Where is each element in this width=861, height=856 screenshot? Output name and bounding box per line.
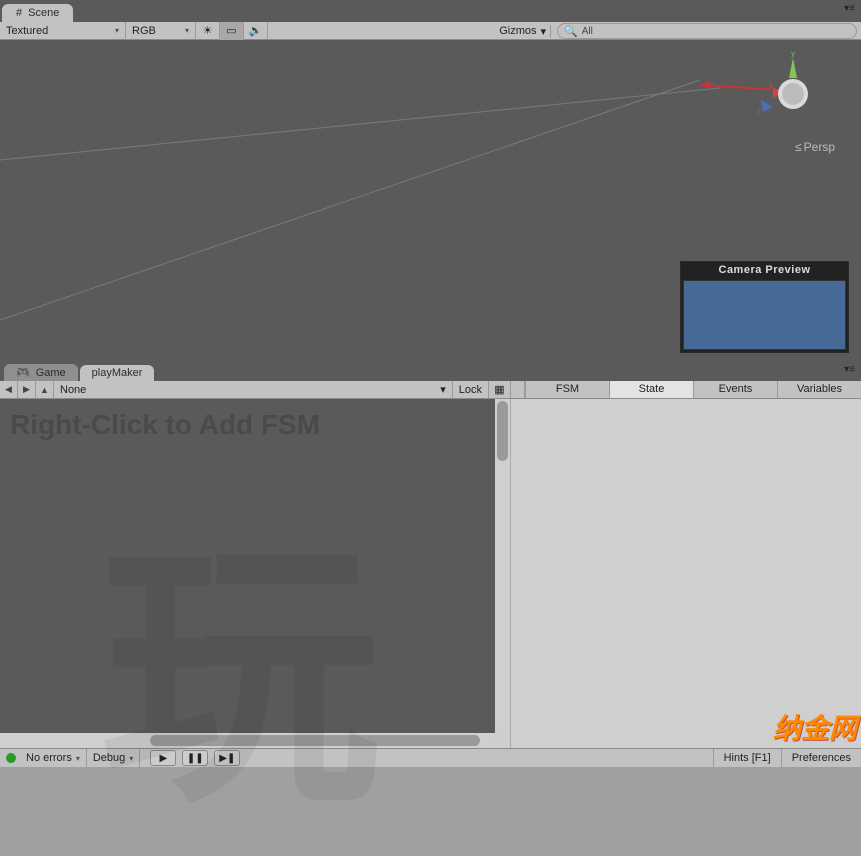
orientation-gizmo[interactable]: y z x bbox=[743, 52, 843, 132]
preferences-label: Preferences bbox=[792, 752, 851, 764]
scrollbar-thumb[interactable] bbox=[150, 735, 480, 746]
play-icon: ▶ bbox=[159, 753, 167, 764]
scene-search-input[interactable]: 🔍 All bbox=[557, 23, 857, 39]
lower-tabstrip: 🎮 Game playMaker ▾≡ bbox=[0, 363, 861, 381]
pmtab-events-label: Events bbox=[719, 383, 753, 395]
state-inspector-panel bbox=[510, 399, 861, 748]
debug-label: Debug bbox=[93, 752, 125, 764]
hints-label: Hints [F1] bbox=[724, 752, 771, 764]
chevron-down-icon: ▾ bbox=[185, 26, 189, 35]
vertical-scrollbar[interactable] bbox=[495, 399, 510, 733]
svg-text:z: z bbox=[757, 107, 761, 116]
scene-viewport[interactable]: y z x Persp Camera Preview bbox=[0, 40, 861, 363]
pmtab-fsm-label: FSM bbox=[556, 383, 579, 395]
audio-icon: 🔊 bbox=[249, 24, 263, 37]
nav-up-button[interactable]: ▲ bbox=[36, 381, 54, 398]
projection-label[interactable]: Persp bbox=[795, 140, 835, 154]
pmtab-events[interactable]: Events bbox=[693, 381, 777, 398]
nav-back-button[interactable]: ◀ bbox=[0, 381, 18, 398]
horizontal-scrollbar[interactable] bbox=[0, 733, 495, 748]
audio-toggle[interactable]: 🔊 bbox=[244, 22, 268, 40]
camera-preview-viewport bbox=[683, 280, 846, 350]
pmtab-state-label: State bbox=[639, 383, 665, 395]
chevron-down-icon: ▾ bbox=[76, 754, 80, 763]
scene-toolbar: Textured ▾ RGB ▾ ☀ ▭ 🔊 Gizmos ▾ 🔍 All bbox=[0, 22, 861, 40]
chevron-down-icon: ▾ bbox=[540, 25, 546, 38]
mini-map-button[interactable]: ▦ bbox=[489, 381, 511, 398]
image-icon: ▭ bbox=[226, 24, 236, 37]
debug-dropdown[interactable]: Debug ▾ bbox=[87, 749, 140, 767]
panel-options-icon[interactable]: ▾≡ bbox=[844, 3, 855, 14]
draw-mode-label: Textured bbox=[6, 25, 48, 37]
preferences-button[interactable]: Preferences bbox=[781, 749, 861, 767]
scene-tabstrip: # Scene ▾≡ bbox=[0, 0, 861, 22]
search-scope: All bbox=[582, 26, 593, 37]
render-mode-label: RGB bbox=[132, 25, 156, 37]
panel-options-icon[interactable]: ▾≡ bbox=[844, 364, 855, 375]
pause-icon: ❚❚ bbox=[187, 753, 204, 764]
tab-playmaker[interactable]: playMaker bbox=[80, 365, 155, 381]
chevron-down-icon: ▾ bbox=[115, 26, 119, 35]
gizmos-label: Gizmos bbox=[499, 25, 536, 37]
render-mode-dropdown[interactable]: RGB ▾ bbox=[126, 22, 196, 40]
lock-label: Lock bbox=[459, 384, 482, 396]
lighting-toggle[interactable]: ☀ bbox=[196, 22, 220, 40]
minimap-icon: ▦ bbox=[494, 383, 504, 396]
fsm-selector-dropdown[interactable]: None ▾ bbox=[54, 381, 453, 398]
hints-button[interactable]: Hints [F1] bbox=[713, 749, 781, 767]
fsm-canvas[interactable]: Right-Click to Add FSM bbox=[0, 399, 495, 733]
tab-scene-label: Scene bbox=[28, 7, 59, 19]
pmtab-vars-label: Variables bbox=[797, 383, 842, 395]
step-button[interactable]: ▶❚ bbox=[214, 750, 240, 766]
nav-forward-button[interactable]: ▶ bbox=[18, 381, 36, 398]
gizmos-dropdown[interactable]: Gizmos ▾ bbox=[495, 25, 551, 38]
errors-label: No errors bbox=[26, 752, 72, 764]
playmaker-statusbar: No errors ▾ Debug ▾ ▶ ❚❚ ▶❚ Hints [F1] P… bbox=[0, 748, 861, 767]
triangle-left-icon: ◀ bbox=[5, 384, 12, 395]
play-button[interactable]: ▶ bbox=[150, 750, 176, 766]
scrollbar-thumb[interactable] bbox=[497, 401, 508, 461]
scene-grid-icon: # bbox=[16, 7, 22, 19]
triangle-right-icon: ▶ bbox=[23, 384, 30, 395]
camera-preview-title: Camera Preview bbox=[681, 262, 848, 278]
fsm-canvas-hint: Right-Click to Add FSM bbox=[0, 399, 495, 451]
tab-game[interactable]: 🎮 Game bbox=[4, 364, 78, 381]
tab-scene[interactable]: # Scene bbox=[2, 4, 73, 22]
chevron-down-icon: ▾ bbox=[440, 383, 446, 396]
fsm-canvas-wrapper: Right-Click to Add FSM bbox=[0, 399, 510, 748]
errors-button[interactable]: No errors ▾ bbox=[20, 749, 87, 767]
svg-text:y: y bbox=[791, 52, 795, 58]
lock-button[interactable]: Lock bbox=[453, 381, 489, 398]
pmtab-variables[interactable]: Variables bbox=[777, 381, 861, 398]
svg-text:x: x bbox=[769, 81, 773, 90]
status-dot-icon bbox=[6, 753, 16, 763]
playmaker-toolbar: ◀ ▶ ▲ None ▾ Lock ▦ FSM State Events Var… bbox=[0, 381, 861, 399]
sun-icon: ☀ bbox=[203, 24, 213, 37]
search-icon: 🔍 bbox=[564, 25, 578, 38]
tab-playmaker-label: playMaker bbox=[92, 367, 143, 379]
pause-button[interactable]: ❚❚ bbox=[182, 750, 208, 766]
triangle-up-icon: ▲ bbox=[40, 385, 49, 395]
tab-game-label: Game bbox=[36, 367, 66, 379]
draw-mode-dropdown[interactable]: Textured ▾ bbox=[0, 22, 126, 40]
step-icon: ▶❚ bbox=[219, 753, 235, 764]
pmtab-fsm[interactable]: FSM bbox=[525, 381, 609, 398]
skybox-toggle[interactable]: ▭ bbox=[220, 22, 244, 40]
chevron-down-icon: ▾ bbox=[129, 754, 133, 763]
game-icon: 🎮 bbox=[16, 366, 30, 379]
pmtab-state[interactable]: State bbox=[609, 381, 693, 398]
camera-preview-panel: Camera Preview bbox=[680, 261, 849, 353]
fsm-selector-label: None bbox=[60, 384, 86, 396]
